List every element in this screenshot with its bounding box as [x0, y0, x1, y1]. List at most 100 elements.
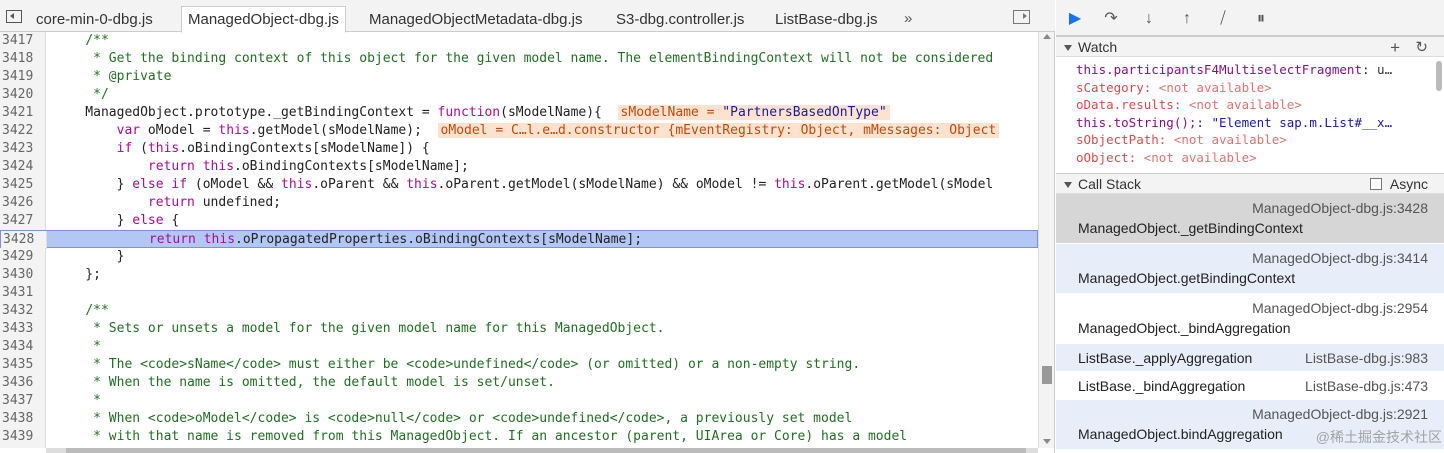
scroll-thumb[interactable]	[1042, 366, 1052, 384]
code-line[interactable]: 3436 * When the name is omitted, the def…	[0, 374, 1038, 392]
line-number[interactable]: 3429	[0, 248, 46, 266]
scroll-up-icon[interactable]	[1043, 34, 1051, 39]
frame-location[interactable]: ManagedObject-dbg.js:2921	[1252, 406, 1428, 422]
line-number[interactable]: 3432	[0, 302, 46, 320]
code-line[interactable]: 3430 };	[0, 266, 1038, 284]
code-line[interactable]: 3435 * The <code>sName</code> must eithe…	[0, 356, 1038, 374]
code-line[interactable]: 3421 ManagedObject.prototype._getBinding…	[0, 104, 1038, 122]
code-line[interactable]: 3431	[0, 284, 1038, 302]
line-number[interactable]: 3424	[0, 158, 46, 176]
call-frame[interactable]: ListBase-dbg.js:473 ListBase._bindAggrega…	[1056, 372, 1444, 400]
hscroll-thumb[interactable]	[66, 448, 1026, 453]
watch-item[interactable]: oData.results: <not available>	[1056, 96, 1428, 114]
watch-expression: oData.results	[1076, 97, 1174, 112]
code-line[interactable]: 3432 /**	[0, 302, 1038, 320]
code-line[interactable]: 3425 } else if (oModel && this.oParent &…	[0, 176, 1038, 194]
frame-function: ManagedObject._getBindingContext	[1078, 220, 1303, 236]
line-number[interactable]: 3420	[0, 86, 46, 104]
toggle-navigator-icon[interactable]	[6, 10, 22, 23]
line-number[interactable]: 3438	[0, 410, 46, 428]
tab-managedobjectmetadata[interactable]: ManagedObjectMetadata-dbg.js	[369, 7, 582, 32]
expand-triangle-icon[interactable]	[1064, 45, 1072, 51]
pause-on-exceptions-icon[interactable]: ⏸	[1250, 8, 1272, 30]
frame-location[interactable]: ManagedObject-dbg.js:2954	[1252, 300, 1428, 316]
call-frame[interactable]: ManagedObject-dbg.js:2954 ManagedObject._…	[1056, 294, 1444, 344]
code-line[interactable]: 3429 }	[0, 248, 1038, 266]
line-number[interactable]: 3425	[0, 176, 46, 194]
code-line[interactable]: 3427 } else {	[0, 212, 1038, 230]
tab-s3-controller[interactable]: S3-dbg.controller.js	[616, 7, 744, 32]
line-number[interactable]: 3419	[0, 68, 46, 86]
add-watch-icon[interactable]: +	[1390, 37, 1400, 58]
line-number[interactable]: 3430	[0, 266, 46, 284]
code-line[interactable]: 3419 * @private	[0, 68, 1038, 86]
code-line[interactable]: 3428 return this.oPropagatedProperties.o…	[0, 230, 1038, 249]
code-line[interactable]: 3426 return undefined;	[0, 194, 1038, 212]
watch-item[interactable]: this.participantsF4MultiselectFragment: …	[1056, 61, 1428, 79]
tab-core-min[interactable]: core-min-0-dbg.js	[36, 7, 153, 32]
frame-function: ListBase._bindAggregation	[1078, 378, 1246, 394]
watch-item[interactable]: sCategory: <not available>	[1056, 79, 1428, 97]
line-number[interactable]: 3421	[0, 104, 46, 122]
code-editor[interactable]: 3417 /** 3418 * Get the binding context o…	[0, 32, 1038, 448]
expand-triangle-icon[interactable]	[1064, 182, 1072, 188]
line-number[interactable]: 3433	[0, 320, 46, 338]
line-number[interactable]: 3427	[0, 212, 46, 230]
tab-overflow-button[interactable]: »	[904, 10, 912, 27]
code-line[interactable]: 3417 /**	[0, 32, 1038, 50]
line-number[interactable]: 3440	[0, 446, 46, 448]
step-out-icon[interactable]: ↑	[1176, 8, 1198, 30]
code-line[interactable]: 3439 * with that name is removed from th…	[0, 428, 1038, 446]
code-line[interactable]: 3418 * Get the binding context of this o…	[0, 50, 1038, 68]
line-number[interactable]: 3431	[0, 284, 46, 302]
code-line[interactable]: 3423 if (this.oBindingContexts[sModelNam…	[0, 140, 1038, 158]
tab-managedobject[interactable]: ManagedObject-dbg.js	[181, 6, 346, 33]
line-number[interactable]: 3436	[0, 374, 46, 392]
frame-location[interactable]: ListBase-dbg.js:473	[1305, 378, 1428, 394]
code-line[interactable]: 3422 var oModel = this.getModel(sModelNa…	[0, 122, 1038, 140]
editor-horizontal-scrollbar[interactable]	[46, 448, 1038, 453]
step-over-icon[interactable]: ↷	[1100, 8, 1122, 30]
line-number[interactable]: 3428	[1, 231, 47, 249]
resume-icon[interactable]: ▶	[1064, 8, 1086, 30]
line-number[interactable]: 3426	[0, 194, 46, 212]
line-number[interactable]: 3434	[0, 338, 46, 356]
code-line[interactable]: 3424 return this.oBindingContexts[sModel…	[0, 158, 1038, 176]
watch-scrollbar[interactable]	[1436, 61, 1442, 91]
scroll-down-icon[interactable]	[1043, 439, 1051, 444]
step-into-icon[interactable]: ↓	[1138, 8, 1160, 30]
deactivate-breakpoints-icon[interactable]: ⧸	[1212, 8, 1234, 30]
tab-listbase[interactable]: ListBase-dbg.js	[775, 7, 878, 32]
line-number[interactable]: 3418	[0, 50, 46, 68]
code-line[interactable]: 3433 * Sets or unsets a model for the gi…	[0, 320, 1038, 338]
code-line[interactable]: 3438 * When <code>oModel</code> is <code…	[0, 410, 1038, 428]
line-number[interactable]: 3422	[0, 122, 46, 140]
line-number[interactable]: 3437	[0, 392, 46, 410]
watch-item[interactable]: sObjectPath: <not available>	[1056, 131, 1428, 149]
code-line[interactable]: 3420 */	[0, 86, 1038, 104]
frame-location[interactable]: ManagedObject-dbg.js:3414	[1252, 250, 1428, 266]
watch-item[interactable]: oObject: <not available>	[1056, 149, 1428, 167]
code-text: } else {	[54, 213, 180, 228]
line-number[interactable]: 3417	[0, 32, 46, 50]
call-frame[interactable]: ManagedObject-dbg.js:3428 ManagedObject._…	[1056, 194, 1444, 244]
frame-location[interactable]: ManagedObject-dbg.js:3428	[1252, 200, 1428, 216]
watch-item[interactable]: this.toString();: "Element sap.m.List#__…	[1056, 114, 1428, 132]
frame-location[interactable]: ListBase-dbg.js:983	[1305, 350, 1428, 366]
code-line[interactable]: 3437 *	[0, 392, 1038, 410]
line-number[interactable]: 3435	[0, 356, 46, 374]
call-frame[interactable]: ListBase-dbg.js:983 ListBase._applyAggreg…	[1056, 344, 1444, 372]
toggle-debugger-icon[interactable]	[1013, 10, 1030, 24]
async-checkbox[interactable]	[1370, 178, 1382, 190]
line-number[interactable]: 3423	[0, 140, 46, 158]
watch-header[interactable]: Watch + ↻	[1056, 36, 1444, 57]
code-text: *	[54, 339, 101, 354]
code-text: * When the name is omitted, the default …	[54, 375, 555, 390]
line-number[interactable]: 3439	[0, 428, 46, 446]
refresh-watch-icon[interactable]: ↻	[1415, 37, 1428, 58]
watch-value: u…	[1377, 62, 1393, 77]
editor-vertical-scrollbar[interactable]	[1038, 32, 1054, 448]
code-line[interactable]: 3434 *	[0, 338, 1038, 356]
call-frame[interactable]: ManagedObject-dbg.js:3414 ManagedObject.g…	[1056, 244, 1444, 294]
call-stack-header[interactable]: Call Stack Async	[1056, 173, 1444, 194]
